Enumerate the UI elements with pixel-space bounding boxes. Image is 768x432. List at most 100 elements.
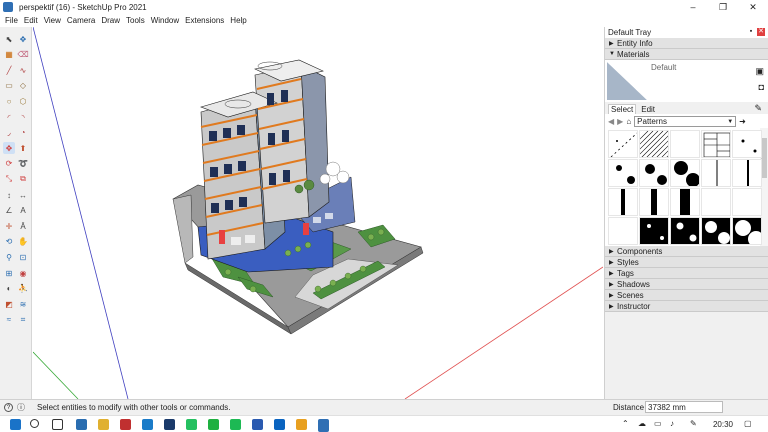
scale-icon[interactable]: ⤡ (3, 173, 15, 185)
line-icon[interactable] (208, 419, 219, 430)
pan-icon[interactable]: ✋ (17, 236, 29, 248)
menu-camera[interactable]: Camera (67, 16, 95, 25)
sandbox-smoove-icon[interactable]: ≈ (3, 314, 15, 326)
menu-file[interactable]: File (5, 16, 18, 25)
two-point-arc-icon[interactable]: ◝ (17, 111, 29, 123)
panel-components[interactable]: ▶ Components (605, 246, 768, 257)
outlook-icon[interactable] (274, 419, 285, 430)
eraser-icon[interactable]: ⌫ (17, 49, 29, 61)
word-icon[interactable] (252, 419, 263, 430)
rectangle-icon[interactable]: ▭ (3, 80, 15, 92)
measurements-input[interactable]: 37382 mm (645, 401, 723, 413)
material-swatch[interactable] (732, 130, 762, 158)
panel-scenes[interactable]: ▶ Scenes (605, 290, 768, 301)
material-swatch[interactable] (732, 217, 762, 245)
model-viewport[interactable] (33, 27, 603, 399)
three-point-arc-icon[interactable]: ◞ (3, 127, 15, 139)
edge-icon[interactable] (142, 419, 153, 430)
material-swatch[interactable] (732, 159, 762, 187)
sample-paint-icon[interactable]: ✎ (752, 103, 764, 114)
material-swatch[interactable] (670, 130, 700, 158)
menu-draw[interactable]: Draw (101, 16, 120, 25)
sandbox-stamp-icon[interactable]: ⌗ (17, 314, 29, 326)
network-icon[interactable]: ▭ (654, 419, 662, 428)
material-swatch[interactable] (639, 188, 669, 216)
line-icon[interactable]: ╱ (3, 64, 15, 76)
material-swatch[interactable] (639, 130, 669, 158)
tab-select[interactable]: Select (608, 104, 637, 114)
material-swatch[interactable] (608, 159, 638, 187)
text-icon[interactable]: A (17, 205, 29, 217)
offset-icon[interactable]: ⧉ (17, 173, 29, 185)
menu-tools[interactable]: Tools (126, 16, 145, 25)
taskbar-clock[interactable]: 20:30 (713, 420, 733, 429)
details-icon[interactable]: ➜ (739, 117, 746, 126)
panel-shadows[interactable]: ▶ Shadows (605, 279, 768, 290)
material-swatch[interactable] (639, 159, 669, 187)
move-icon[interactable]: ✥ (3, 142, 15, 155)
notification-icon[interactable]: ▢ (744, 419, 752, 428)
panel-tags[interactable]: ▶ Tags (605, 268, 768, 279)
forward-icon[interactable]: ▶ (617, 117, 623, 126)
default-material-icon[interactable]: ◘ (759, 82, 764, 92)
menu-help[interactable]: Help (230, 16, 246, 25)
material-swatch[interactable] (670, 217, 700, 245)
spotify-icon[interactable] (230, 419, 241, 430)
minimize-button[interactable]: – (678, 0, 708, 14)
orbit-icon[interactable]: ⟲ (3, 236, 15, 248)
material-swatch[interactable] (608, 217, 638, 245)
search-icon[interactable] (30, 419, 39, 428)
3d-text-icon[interactable]: Ā (17, 220, 29, 232)
section-plane-icon[interactable]: ◩ (3, 298, 15, 310)
material-swatch[interactable] (701, 217, 731, 245)
rotated-rectangle-icon[interactable]: ◇ (17, 80, 29, 92)
material-swatch[interactable] (608, 188, 638, 216)
zoom-extents-icon[interactable]: ⊞ (3, 267, 15, 279)
look-around-icon[interactable]: ◐ (3, 283, 15, 295)
task-view-icon[interactable] (52, 419, 63, 430)
pie-icon[interactable]: ◔ (17, 127, 29, 139)
material-swatch[interactable] (701, 188, 731, 216)
follow-me-icon[interactable]: ➰ (17, 158, 29, 170)
start-icon[interactable] (10, 419, 21, 430)
menu-extensions[interactable]: Extensions (185, 16, 224, 25)
onedrive-icon[interactable]: ☁ (638, 419, 646, 428)
circle-icon[interactable]: ○ (3, 95, 15, 107)
polygon-icon[interactable]: ⬡ (17, 95, 29, 107)
panel-styles[interactable]: ▶ Styles (605, 257, 768, 268)
info-icon[interactable]: ? (4, 403, 13, 412)
walk-icon[interactable]: ⛹ (17, 283, 29, 295)
material-swatch[interactable] (701, 130, 731, 158)
home-icon[interactable]: ⌂ (626, 117, 631, 126)
menu-view[interactable]: View (44, 16, 61, 25)
tape-measure-icon[interactable]: ↕ (3, 189, 15, 201)
store-icon[interactable] (76, 419, 87, 430)
freehand-icon[interactable]: ∿ (17, 64, 29, 76)
whatsapp-icon[interactable] (186, 419, 197, 430)
pin-icon[interactable]: ▪ (747, 28, 755, 36)
chrome-icon[interactable] (296, 419, 307, 430)
axes-icon[interactable]: ✛ (3, 220, 15, 232)
menu-window[interactable]: Window (151, 16, 179, 25)
arc-icon[interactable]: ◜ (3, 111, 15, 123)
tray-close-icon[interactable]: ✕ (757, 28, 765, 36)
material-swatch[interactable] (670, 159, 700, 187)
push-pull-icon[interactable]: ⬆ (17, 142, 29, 154)
dimension-icon[interactable]: ↔ (17, 189, 29, 201)
panel-instructor[interactable]: ▶ Instructor (605, 301, 768, 312)
library-select[interactable]: Patterns ▼ (634, 115, 737, 127)
select-icon[interactable]: ⬉ (3, 33, 15, 45)
acrobat-icon[interactable] (120, 419, 131, 430)
zoom-window-icon[interactable]: ⊡ (17, 251, 29, 263)
position-camera-icon[interactable]: ◉ (17, 267, 29, 279)
maximize-button[interactable]: ❐ (708, 0, 738, 14)
back-icon[interactable]: ◀ (608, 117, 614, 126)
paint-bucket-icon[interactable]: ✥ (17, 33, 29, 45)
chevron-up-icon[interactable]: ⌃ (622, 419, 629, 428)
make-component-icon[interactable]: ▦ (3, 49, 15, 61)
pen-icon[interactable]: ✎ (690, 419, 697, 428)
material-swatch[interactable] (732, 188, 762, 216)
geo-location-icon[interactable]: ⓘ (17, 402, 25, 413)
create-material-icon[interactable]: ▣ (755, 66, 764, 77)
material-swatch[interactable] (608, 130, 638, 158)
